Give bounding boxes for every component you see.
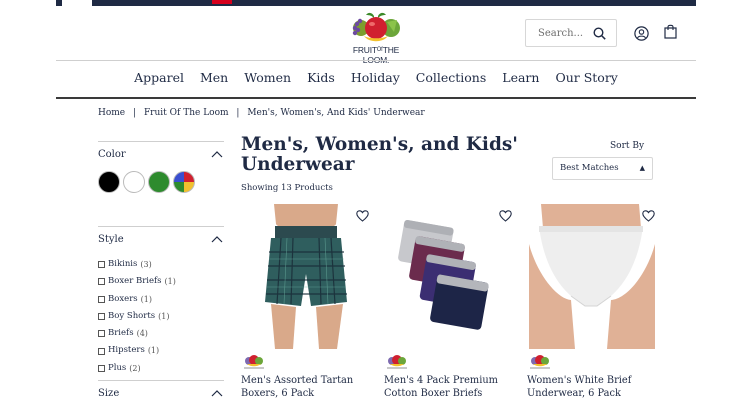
breadcrumb-current: Men's, Women's, And Kids' Underwear — [247, 108, 425, 118]
sort-select[interactable]: Best Matches ▲ — [552, 157, 653, 180]
filter-option[interactable]: Bikinis (3) — [98, 256, 224, 273]
swatch-black[interactable] — [98, 171, 120, 193]
nav-item-learn[interactable]: Learn — [494, 68, 547, 90]
checkbox[interactable] — [98, 330, 105, 338]
breadcrumb-home[interactable]: Home — [98, 108, 125, 118]
nav-item-women[interactable]: Women — [236, 68, 299, 90]
size-filter-title: Size — [98, 388, 120, 399]
swatch-green[interactable] — [148, 171, 170, 193]
nav-item-apparel[interactable]: Apparel — [126, 68, 192, 90]
search-icon[interactable] — [593, 27, 606, 40]
search-box[interactable] — [525, 19, 617, 47]
product-card[interactable]: Women's White Brief Underwear, 6 Pack — [527, 204, 657, 400]
style-options: Bikinis (3) Boxer Briefs (1) Boxers (1) Boy… — [98, 256, 224, 377]
option-count: (1) — [164, 277, 176, 287]
fruit-cluster-icon — [352, 12, 400, 42]
breadcrumb-brand[interactable]: Fruit Of The Loom — [144, 108, 229, 118]
select-arrows-icon: ▲ — [639, 164, 645, 172]
style-filter: Style Bikinis (3) Boxer Briefs (1) Boxers(… — [98, 226, 224, 377]
product-name[interactable]: Men's Assorted Tartan Boxers, 6 Pack — [241, 374, 376, 400]
brand-logo-icon — [530, 355, 550, 369]
page-title: Men's, Women's, and Kids' Underwear — [241, 134, 518, 175]
sort-selected-value: Best Matches — [560, 163, 619, 173]
filter-option[interactable]: Plus (2) — [98, 360, 224, 377]
chevron-up-icon[interactable] — [211, 235, 223, 243]
option-label: Bikinis — [108, 259, 138, 269]
main-navigation: Apparel Men Women Kids Holiday Collectio… — [56, 68, 696, 90]
option-count: (1) — [158, 311, 170, 321]
shopping-bag-icon[interactable] — [664, 24, 677, 39]
nav-item-men[interactable]: Men — [192, 68, 236, 90]
product-name[interactable]: Men's 4 Pack Premium Cotton Boxer Briefs — [384, 374, 519, 400]
filter-option[interactable]: Hipsters (1) — [98, 342, 224, 359]
brand-logo-icon — [244, 355, 264, 369]
chevron-up-icon[interactable] — [211, 389, 223, 397]
option-label: Plus — [108, 362, 127, 373]
nav-item-collections[interactable]: Collections — [408, 68, 495, 90]
swatch-multicolor[interactable] — [173, 171, 195, 193]
checkbox[interactable] — [98, 261, 105, 269]
filter-option[interactable]: Boxer Briefs (1) — [98, 273, 224, 290]
wishlist-heart-icon[interactable] — [642, 210, 655, 222]
nav-item-our-story[interactable]: Our Story — [547, 68, 625, 90]
breadcrumb: Home | Fruit Of The Loom | Men's, Women'… — [98, 108, 430, 118]
wishlist-heart-icon[interactable] — [356, 210, 369, 222]
option-label: Hipsters — [108, 345, 145, 356]
account-icon[interactable] — [634, 26, 649, 41]
option-label: Boy Shorts — [108, 310, 156, 321]
option-count: (1) — [140, 294, 152, 304]
checkbox[interactable] — [98, 313, 105, 321]
swatch-white[interactable] — [123, 171, 145, 193]
breadcrumb-separator: | — [236, 108, 240, 118]
filter-option[interactable]: Boy Shorts (1) — [98, 308, 224, 325]
product-card[interactable]: Men's 4 Pack Premium Cotton Boxer Briefs — [384, 204, 514, 400]
product-image[interactable] — [527, 204, 657, 349]
option-count: (4) — [136, 329, 148, 339]
chevron-up-icon[interactable] — [211, 150, 223, 158]
option-label: Boxer Briefs — [108, 276, 162, 287]
sort-label: Sort By — [610, 141, 645, 151]
product-card[interactable]: Men's Assorted Tartan Boxers, 6 Pack — [241, 204, 371, 400]
nav-item-holiday[interactable]: Holiday — [343, 68, 408, 90]
style-filter-title: Style — [98, 234, 124, 245]
option-count: (2) — [129, 363, 141, 373]
utility-accent — [212, 0, 232, 4]
nav-item-kids[interactable]: Kids — [299, 68, 343, 90]
logo-wordmark: FRUITᴼᶠTHE LOOM. — [352, 45, 400, 65]
option-count: (1) — [147, 346, 160, 356]
brand-logo-icon — [387, 355, 407, 369]
color-filter: Color — [98, 141, 224, 193]
checkbox[interactable] — [98, 347, 105, 355]
filter-option[interactable]: Boxers (1) — [98, 291, 224, 308]
breadcrumb-separator: | — [133, 108, 137, 118]
color-filter-header[interactable]: Color — [98, 142, 224, 168]
size-filter: Size — [98, 380, 224, 400]
color-swatches — [98, 171, 224, 193]
checkbox[interactable] — [98, 295, 105, 303]
size-filter-header[interactable]: Size — [98, 381, 224, 400]
search-input[interactable] — [526, 20, 596, 46]
fruit-of-the-loom-logo[interactable]: FRUITᴼᶠTHE LOOM. — [343, 12, 409, 65]
product-image[interactable] — [241, 204, 371, 349]
option-label: Boxers — [108, 293, 138, 304]
checkbox[interactable] — [98, 364, 105, 372]
checkbox[interactable] — [98, 278, 105, 286]
header-divider — [56, 60, 696, 61]
product-count: Showing 13 Products — [241, 183, 333, 193]
nav-divider — [56, 97, 696, 99]
option-count: (3) — [140, 260, 152, 269]
option-label: Briefs — [108, 328, 134, 339]
style-filter-header[interactable]: Style — [98, 227, 224, 253]
color-filter-title: Color — [98, 149, 126, 160]
site-header: FRUITᴼᶠTHE LOOM. — [56, 6, 696, 65]
filter-option[interactable]: Briefs (4) — [98, 325, 224, 342]
product-image[interactable] — [384, 204, 514, 349]
product-name[interactable]: Women's White Brief Underwear, 6 Pack — [527, 374, 662, 400]
wishlist-heart-icon[interactable] — [499, 210, 512, 222]
